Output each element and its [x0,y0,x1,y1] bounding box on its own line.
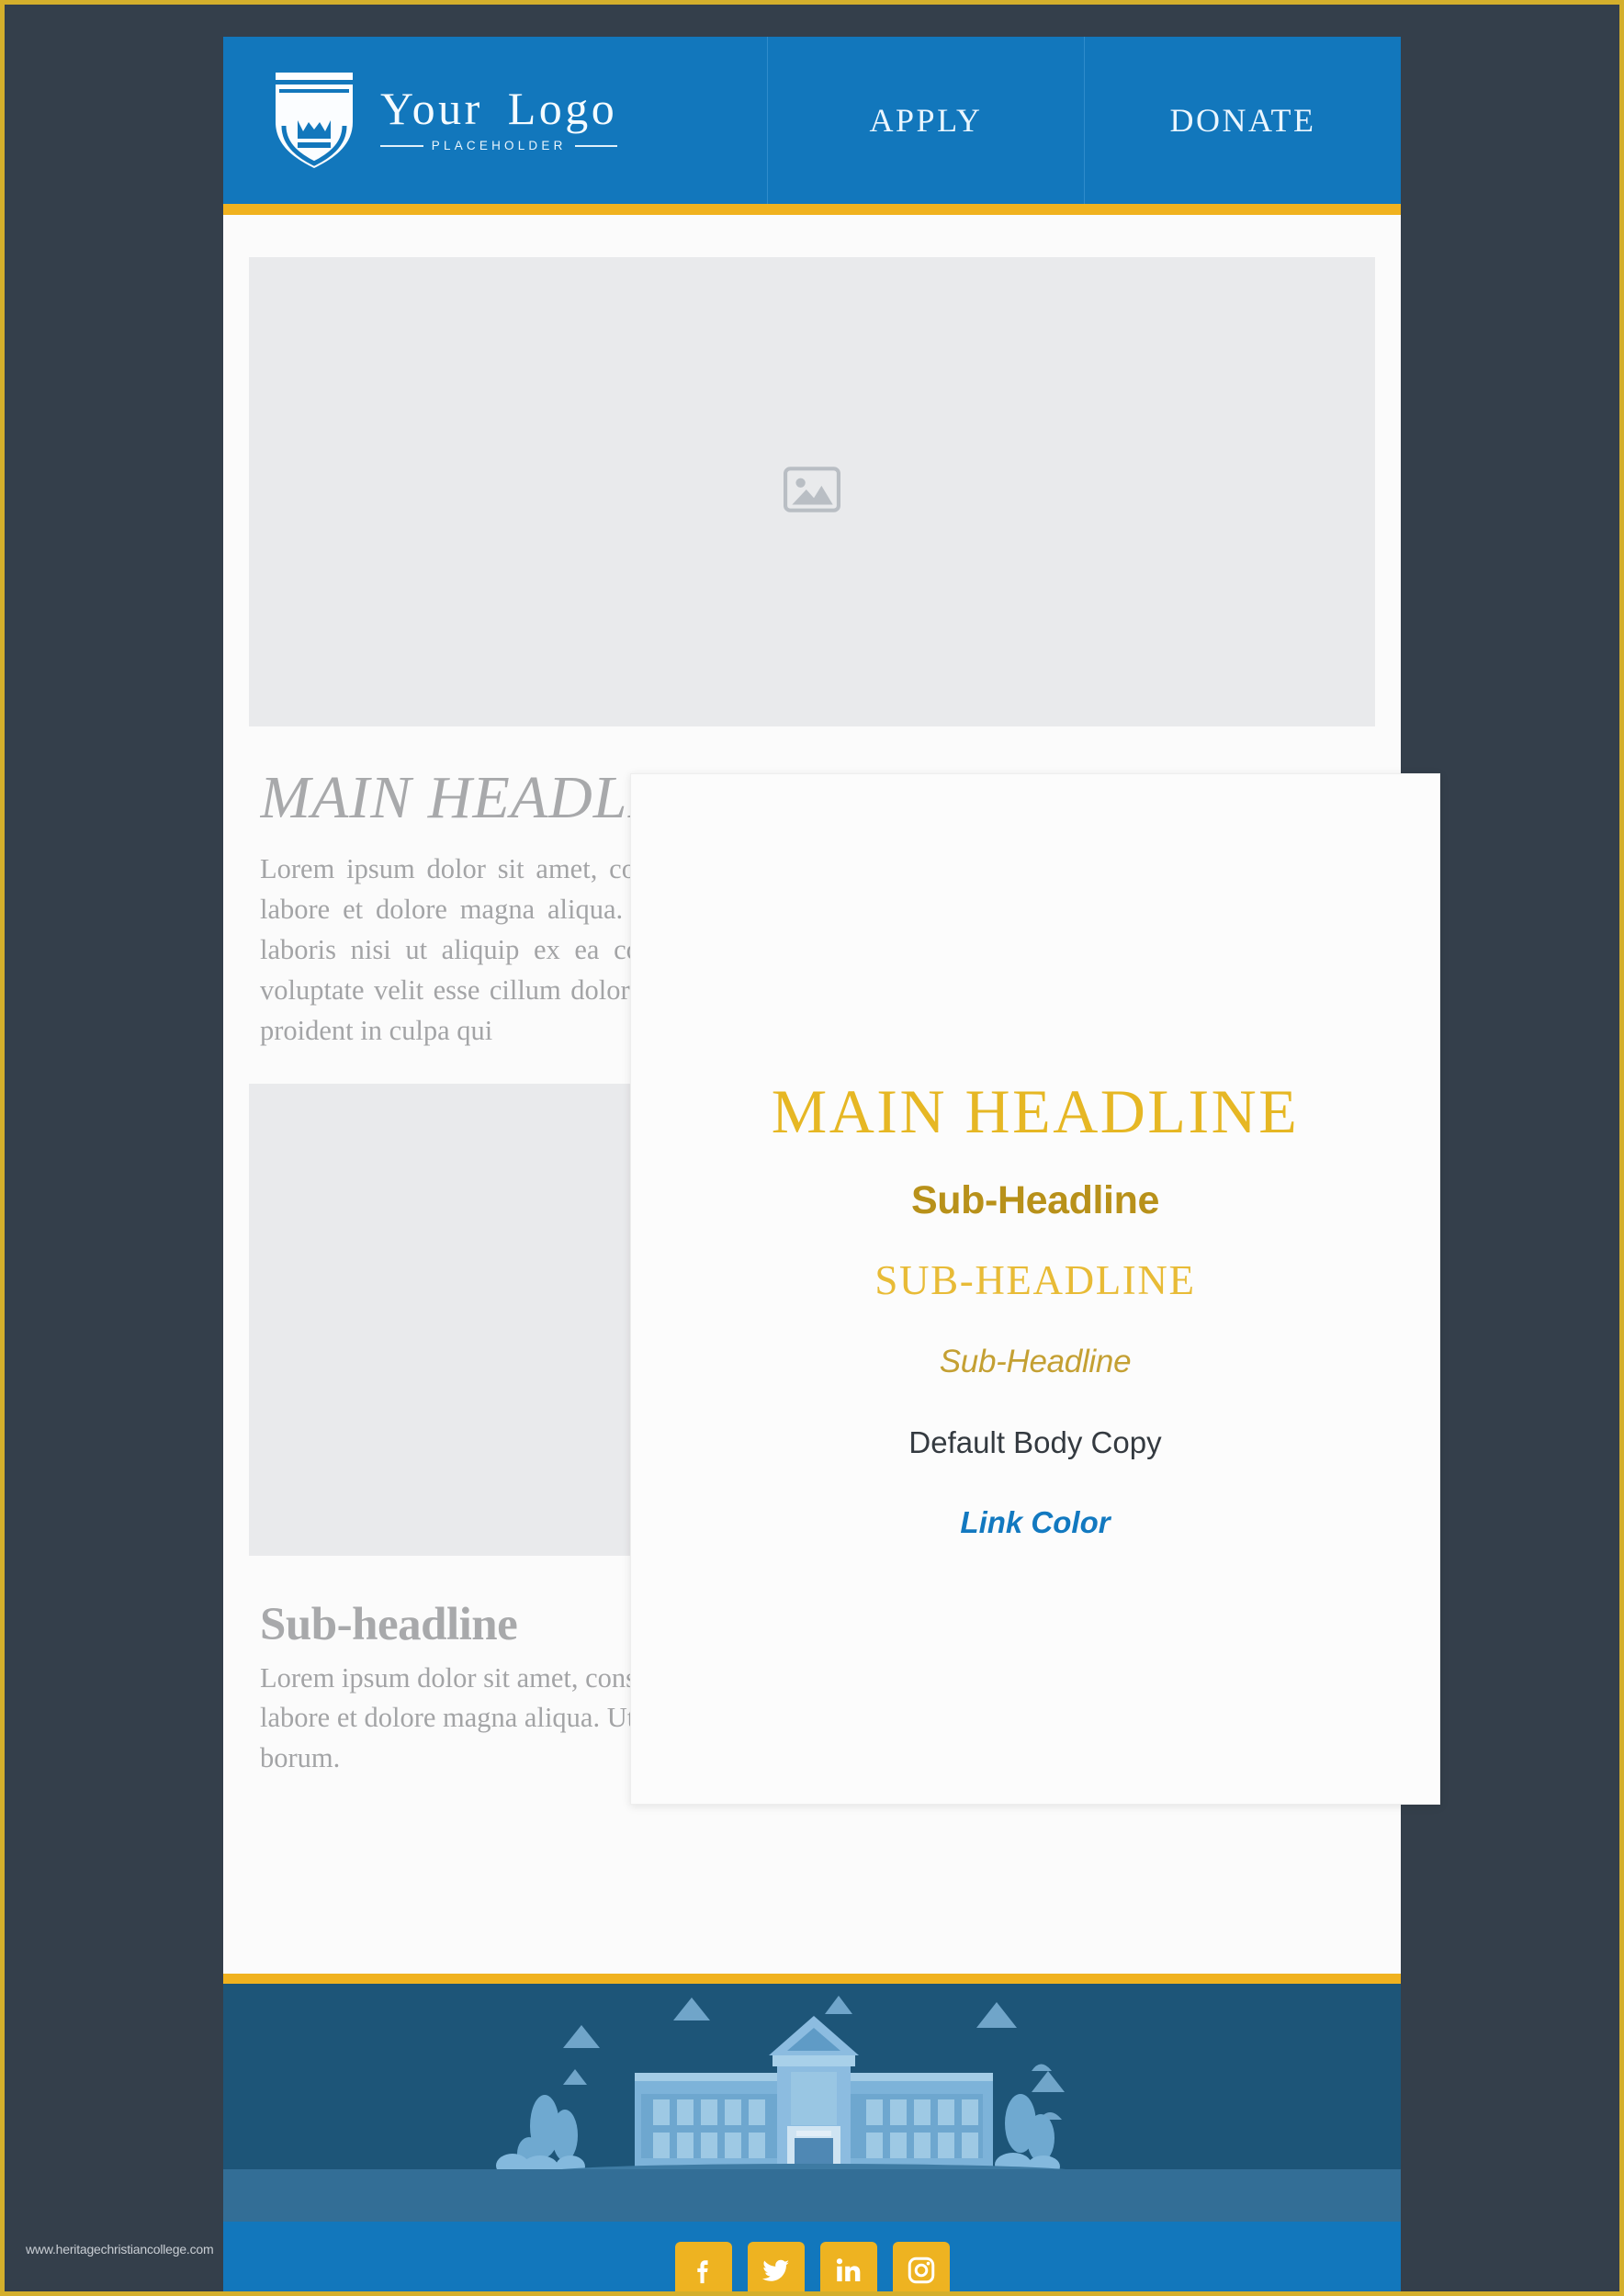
campus-building-illustration [223,1984,1401,2222]
brand-style-overlay-card: MAIN HEADLINE Sub-Headline SUB-HEADLINE … [630,773,1440,1805]
logo-rule-left [380,145,423,147]
social-linkedin[interactable] [819,2242,877,2296]
email-template-canvas: Your Logo PLACEHOLDER APPLY DONATE MAIN … [223,37,1440,2296]
footer-social-bar [223,2222,1401,2296]
style-sub-headline-serif-caps: SUB-HEADLINE [874,1257,1196,1303]
style-main-headline: MAIN HEADLINE [771,1076,1300,1146]
footer-gold-divider [223,1974,1401,1984]
email-body: MAIN HEADLINE Lorem ipsum dolor sit amet… [223,257,1440,1974]
style-link-color[interactable]: Link Color [631,1505,1439,1540]
logo-placeholder-text: PLACEHOLDER [431,139,567,153]
email-header: Your Logo PLACEHOLDER APPLY DONATE [223,37,1401,204]
hero-image-placeholder[interactable] [249,257,1375,726]
shield-crown-icon [272,69,356,172]
nav-donate[interactable]: DONATE [1084,37,1401,204]
logo-wordmark-block: Your Logo PLACEHOLDER [380,84,618,157]
image-placeholder-icon [784,467,840,517]
wordmark-logo: Logo [507,82,618,134]
nav-apply-label: APPLY [869,102,983,139]
nav-donate-label: DONATE [1169,102,1316,139]
nav-apply[interactable]: APPLY [767,37,1084,204]
logo-wordmark: Your Logo [380,84,617,133]
logo-rule-right [574,145,618,147]
style-sub-headline-bold: Sub-Headline [911,1178,1159,1222]
social-instagram[interactable] [892,2242,950,2296]
style-sub-headline-italic: Sub-Headline [939,1344,1132,1379]
footer-ground-strip [223,2169,1401,2222]
header-gold-divider [223,204,1401,215]
social-twitter[interactable] [747,2242,805,2296]
logo-block[interactable]: Your Logo PLACEHOLDER [223,37,767,204]
logo-placeholder-row: PLACEHOLDER [380,139,618,153]
social-facebook[interactable] [674,2242,732,2296]
style-body-copy: Default Body Copy [908,1425,1162,1459]
watermark-url: www.heritagechristiancollege.com [26,2242,214,2257]
wordmark-your: Your [380,82,483,134]
